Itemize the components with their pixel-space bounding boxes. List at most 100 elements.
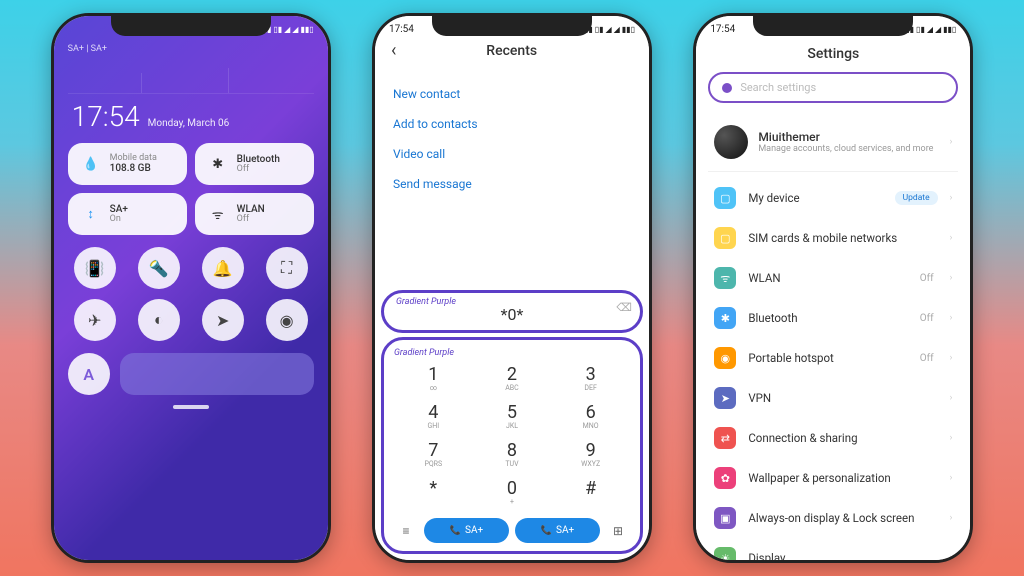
water-icon: 💧 xyxy=(80,153,102,175)
dial-key-5[interactable]: 5JKL xyxy=(473,398,552,436)
link-send-message[interactable]: Send message xyxy=(393,169,631,199)
status-icons: ⬚ ▯▮ ▯▮ ◢ ◢ ▮▮▯ xyxy=(253,25,314,34)
status-icons: ⬚ ▯▮ ▯▮ ◢ ◢ ▮▮▯ xyxy=(896,25,957,34)
menu-icon[interactable]: ≡ xyxy=(394,524,418,538)
chevron-right-icon: › xyxy=(950,273,953,283)
location-icon[interactable]: ➤ xyxy=(202,299,244,341)
item-icon: ▢ xyxy=(714,227,736,249)
tile-mobile-data[interactable]: 💧Mobile data108.8 GB xyxy=(68,143,187,185)
search-input[interactable]: Search settings xyxy=(708,72,958,103)
bluetooth-icon: ✱ xyxy=(207,153,229,175)
airplane-icon[interactable]: ✈ xyxy=(74,299,116,341)
auto-brightness-button[interactable]: A xyxy=(68,353,110,395)
dialed-number: *0* xyxy=(394,299,630,326)
settings-item[interactable]: ▣Always-on display & Lock screen› xyxy=(708,498,958,538)
dial-key-0[interactable]: 0+ xyxy=(473,474,552,512)
status-icons: ⬚ ▯▮ ▯▮ ◢ ◢ ▮▮▯ xyxy=(574,25,635,34)
item-icon: ᯤ xyxy=(714,267,736,289)
number-display: Gradient Purple *0* ⌫ xyxy=(381,290,643,333)
page-title: Settings xyxy=(708,40,958,72)
dial-key-2[interactable]: 2ABC xyxy=(473,360,552,398)
tile-bluetooth[interactable]: ✱BluetoothOff xyxy=(195,143,314,185)
item-icon: ➤ xyxy=(714,387,736,409)
settings-item[interactable]: ➤ VPN › xyxy=(708,378,958,418)
phone-icon: 📞 xyxy=(450,526,461,536)
flashlight-icon[interactable]: 🔦 xyxy=(138,247,180,289)
screenshot-icon[interactable]: ⛶ xyxy=(266,247,308,289)
backspace-icon[interactable]: ⌫ xyxy=(616,301,632,314)
dial-key-#[interactable]: # xyxy=(551,474,630,512)
dial-key-1[interactable]: 1∞ xyxy=(394,360,473,398)
call-sim2-button[interactable]: 📞SA+ xyxy=(515,518,600,543)
dark-mode-icon[interactable]: ◐ xyxy=(138,299,180,341)
dial-key-8[interactable]: 8TUV xyxy=(473,436,552,474)
chevron-right-icon: › xyxy=(950,473,953,483)
item-icon: ▢ xyxy=(714,187,736,209)
item-label: Display xyxy=(748,551,937,560)
link-video-call[interactable]: Video call xyxy=(393,139,631,169)
settings-item[interactable]: ⇄ Connection & sharing › xyxy=(708,418,958,458)
tile-wlan[interactable]: ᯤWLANOff xyxy=(195,193,314,235)
dial-key-3[interactable]: 3DEF xyxy=(551,360,630,398)
call-sim1-button[interactable]: 📞SA+ xyxy=(424,518,509,543)
dial-key-6[interactable]: 6MNO xyxy=(551,398,630,436)
settings-item[interactable]: ✿Wallpaper & personalization› xyxy=(708,458,958,498)
settings-item[interactable]: ☀Display› xyxy=(708,538,958,560)
chevron-right-icon: › xyxy=(950,513,953,523)
avatar xyxy=(714,125,748,159)
mute-icon[interactable]: 🔔 xyxy=(202,247,244,289)
account-row[interactable]: Miuithemer Manage accounts, cloud servic… xyxy=(708,117,958,172)
phone-icon: 📞 xyxy=(541,526,552,536)
account-sub: Manage accounts, cloud services, and mor… xyxy=(758,144,939,155)
item-value: Off xyxy=(920,313,934,324)
theme-brand: Gradient Purple xyxy=(394,348,630,358)
page-title: Recents xyxy=(408,43,615,59)
usage-chart xyxy=(68,54,314,94)
dial-key-7[interactable]: 7PQRS xyxy=(394,436,473,474)
status-time: 17:54 xyxy=(389,24,414,35)
item-label: Wallpaper & personalization xyxy=(748,471,937,485)
chevron-right-icon: › xyxy=(950,193,953,203)
dial-key-*[interactable]: * xyxy=(394,474,473,512)
dial-key-9[interactable]: 9WXYZ xyxy=(551,436,630,474)
search-placeholder: Search settings xyxy=(740,81,816,94)
phone-dialer: 17:54 ⬚ ▯▮ ▯▮ ◢ ◢ ▮▮▯ ‹ Recents New cont… xyxy=(372,13,652,563)
search-icon xyxy=(722,83,732,93)
chevron-right-icon: › xyxy=(950,137,953,147)
eye-icon[interactable]: ◉ xyxy=(266,299,308,341)
link-new-contact[interactable]: New contact xyxy=(393,79,631,109)
phone-settings: 17:54 ⬚ ▯▮ ▯▮ ◢ ◢ ▮▮▯ Settings Search se… xyxy=(693,13,973,563)
clock-date: Monday, March 06 xyxy=(148,118,230,129)
link-add-contacts[interactable]: Add to contacts xyxy=(393,109,631,139)
item-label: Connection & sharing xyxy=(748,431,937,445)
settings-item[interactable]: ◉Portable hotspotOff› xyxy=(708,338,958,378)
back-icon[interactable]: ‹ xyxy=(391,40,396,61)
vibrate-icon[interactable]: 📳 xyxy=(74,247,116,289)
status-time: 17:54 xyxy=(710,24,735,35)
item-label: SIM cards & mobile networks xyxy=(748,231,937,245)
settings-item[interactable]: ᯤWLANOff› xyxy=(708,258,958,298)
settings-item[interactable]: ✱BluetoothOff› xyxy=(708,298,958,338)
dial-key-4[interactable]: 4GHI xyxy=(394,398,473,436)
time-row: 17:54 Monday, March 06 xyxy=(68,100,314,133)
item-icon: ⇄ xyxy=(714,427,736,449)
item-label: VPN xyxy=(748,391,937,405)
settings-list: ▢My deviceUpdate›▢SIM cards & mobile net… xyxy=(708,178,958,560)
chevron-right-icon: › xyxy=(950,433,953,443)
settings-item[interactable]: ▢SIM cards & mobile networks› xyxy=(708,218,958,258)
sim-label: SA+ | SA+ xyxy=(68,44,314,54)
item-label: Always-on display & Lock screen xyxy=(748,511,937,525)
tile-network[interactable]: ↕SA+On xyxy=(68,193,187,235)
item-icon: ◉ xyxy=(714,347,736,369)
item-icon: ✱ xyxy=(714,307,736,329)
chevron-right-icon: › xyxy=(950,393,953,403)
chevron-right-icon: › xyxy=(950,313,953,323)
drag-handle[interactable] xyxy=(173,405,209,409)
status-bar: 17:54 ⬚ ▯▮ ▯▮ ◢ ◢ ▮▮▯ xyxy=(375,20,649,38)
dialpad-icon[interactable]: ⊞ xyxy=(606,524,630,538)
status-bar: 17:54 ⬚ ▯▮ ▯▮ ◢ ◢ ▮▮▯ xyxy=(696,20,970,38)
settings-item[interactable]: ▢My deviceUpdate› xyxy=(708,178,958,218)
item-value: Off xyxy=(920,353,934,364)
item-value: Off xyxy=(920,273,934,284)
brightness-slider[interactable] xyxy=(120,353,314,395)
